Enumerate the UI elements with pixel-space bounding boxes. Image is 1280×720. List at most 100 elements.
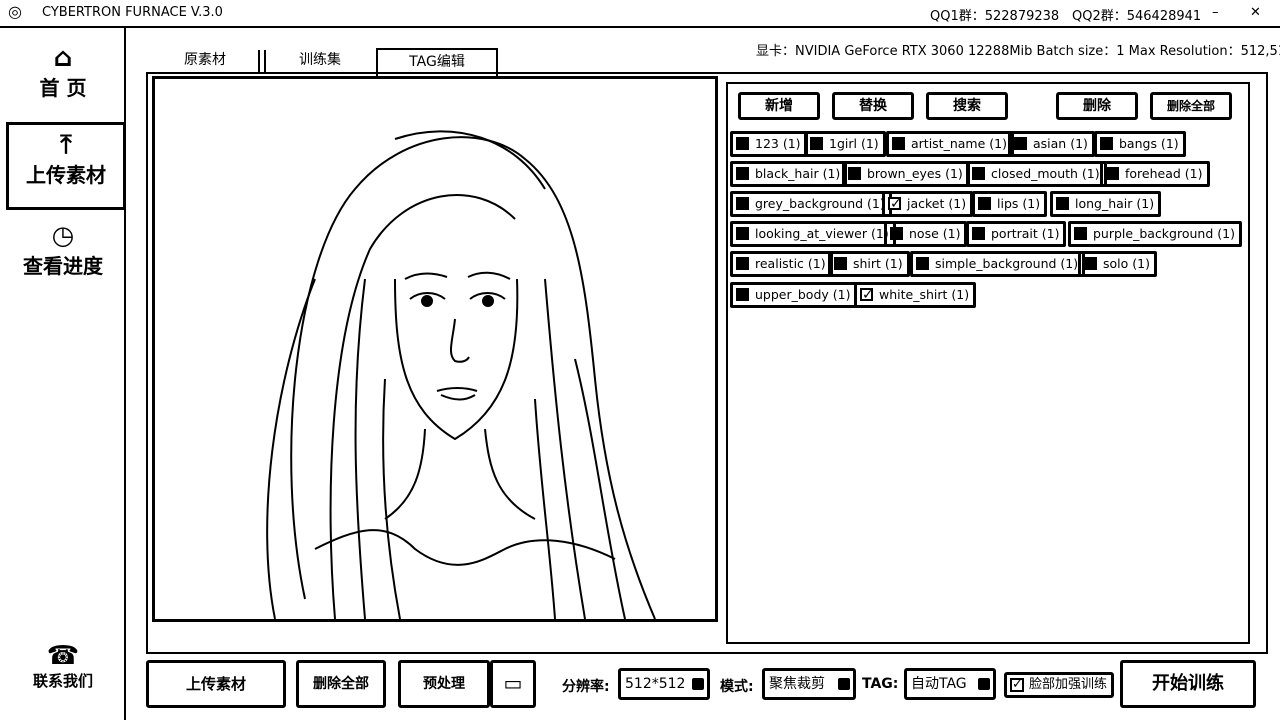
tag-label: closed_mouth (1): [991, 166, 1100, 181]
tag-checkbox[interactable]: [1100, 137, 1113, 150]
tag-chip[interactable]: closed_mouth (1): [966, 161, 1107, 187]
start-training-button[interactable]: 开始训练: [1120, 660, 1256, 708]
tag-mode-value: 自动TAG: [911, 676, 967, 692]
tag-label: purple_background (1): [1093, 226, 1235, 241]
tag-chip[interactable]: solo (1): [1078, 251, 1157, 277]
tag-label: artist_name (1): [911, 136, 1007, 151]
delete-all-button[interactable]: 删除全部: [296, 660, 386, 708]
tag-chip[interactable]: 123 (1): [730, 131, 808, 157]
tag-chip[interactable]: asian (1): [1008, 131, 1095, 157]
tag-label: long_hair (1): [1075, 196, 1155, 211]
tag-checkbox[interactable]: [916, 257, 929, 270]
tag-chip[interactable]: brown_eyes (1): [842, 161, 970, 187]
upload-material-button[interactable]: 上传素材: [146, 660, 286, 708]
tag-checkbox[interactable]: [892, 137, 905, 150]
sidebar-item-home[interactable]: ⌂ 首 页: [6, 44, 120, 104]
tab-raw-material[interactable]: 原素材: [166, 48, 244, 74]
tag-chip[interactable]: portrait (1): [966, 221, 1067, 247]
timer-icon: ◷: [51, 221, 75, 251]
tag-chip[interactable]: jacket (1): [882, 191, 974, 217]
tab-divider: [258, 50, 266, 74]
face-enhance-checkbox[interactable]: ✓: [1010, 678, 1024, 692]
tag-chip[interactable]: purple_background (1): [1068, 221, 1242, 247]
sidebar-item-progress[interactable]: ◷ 查看进度: [6, 222, 120, 282]
tag-checkbox[interactable]: [834, 257, 847, 270]
qq-group-2: QQ2群：546428941: [1072, 9, 1202, 24]
contact-us[interactable]: ☎ 联系我们: [6, 642, 120, 698]
tag-label: nose (1): [909, 226, 961, 241]
title-bar: ◎ CYBERTRON FURNACE V.3.0 QQ1群：522879238…: [0, 0, 1280, 28]
tag-chip[interactable]: shirt (1): [828, 251, 910, 277]
chevron-down-icon: [838, 678, 850, 690]
sidebar: ⌂ 首 页 ⤒ 上传素材 ◷ 查看进度 ☎ 联系我们: [0, 28, 126, 720]
tag-checkbox[interactable]: [736, 227, 749, 240]
tag-checkbox[interactable]: [848, 167, 861, 180]
tag-checkbox[interactable]: [1056, 197, 1069, 210]
mode-select[interactable]: 聚焦裁剪: [762, 668, 856, 700]
tag-label: jacket (1): [907, 196, 967, 211]
app-logo-icon: ◎: [8, 2, 22, 21]
tag-chip[interactable]: looking_at_viewer (1): [730, 221, 896, 247]
preview-image: [152, 76, 718, 622]
tag-chip[interactable]: white_shirt (1): [854, 282, 977, 308]
search-tag-button[interactable]: 搜索: [926, 92, 1008, 120]
tab-training-set[interactable]: 训练集: [278, 48, 362, 74]
tag-checkbox[interactable]: [972, 167, 985, 180]
tag-checkbox[interactable]: [890, 227, 903, 240]
tag-checkbox[interactable]: [978, 197, 991, 210]
face-enhance-label: 脸部加强训练: [1029, 677, 1108, 692]
tag-chip[interactable]: bangs (1): [1094, 131, 1186, 157]
tag-mode-label: TAG:: [862, 676, 899, 692]
sidebar-item-upload[interactable]: ⤒ 上传素材: [6, 122, 126, 210]
home-icon: ⌂: [53, 43, 73, 73]
sidebar-item-label: 首 页: [39, 76, 87, 100]
resolution-select[interactable]: 512*512: [618, 668, 710, 700]
preprocess-button[interactable]: 预处理: [398, 660, 490, 708]
tag-checkbox[interactable]: [736, 288, 749, 301]
tag-chip[interactable]: upper_body (1): [730, 282, 858, 308]
tag-label: simple_background (1): [935, 256, 1079, 271]
tag-chip[interactable]: nose (1): [884, 221, 968, 247]
replace-tag-button[interactable]: 替换: [832, 92, 914, 120]
tag-chip[interactable]: simple_background (1): [910, 251, 1086, 277]
tag-mode-select[interactable]: 自动TAG: [904, 668, 996, 700]
tag-chip[interactable]: realistic (1): [730, 251, 833, 277]
delete-tag-button[interactable]: 删除: [1056, 92, 1138, 120]
add-tag-button[interactable]: 新增: [738, 92, 820, 120]
tag-checkbox[interactable]: [736, 137, 749, 150]
tag-label: brown_eyes (1): [867, 166, 963, 181]
tag-chip[interactable]: artist_name (1): [886, 131, 1014, 157]
tag-checkbox[interactable]: [972, 227, 985, 240]
tag-checkbox[interactable]: [810, 137, 823, 150]
tag-label: asian (1): [1033, 136, 1088, 151]
delete-all-tags-button[interactable]: 删除全部: [1150, 92, 1232, 120]
tag-checkbox[interactable]: [860, 285, 874, 305]
tag-chip[interactable]: 1girl (1): [804, 131, 886, 157]
tag-label: forehead (1): [1125, 166, 1203, 181]
tag-chip[interactable]: lips (1): [972, 191, 1048, 217]
tag-checkbox[interactable]: [736, 197, 749, 210]
tag-checkbox[interactable]: [1014, 137, 1027, 150]
tag-checkbox[interactable]: [888, 194, 902, 214]
folder-button[interactable]: ▭: [490, 660, 536, 708]
face-enhance-toggle[interactable]: ✓ 脸部加强训练: [1004, 672, 1115, 698]
tag-checkbox[interactable]: [736, 257, 749, 270]
sidebar-item-label: 上传素材: [26, 163, 106, 187]
tag-checkbox[interactable]: [1074, 227, 1087, 240]
tag-checkbox[interactable]: [1084, 257, 1097, 270]
tag-label: portrait (1): [991, 226, 1060, 241]
tag-chip[interactable]: long_hair (1): [1050, 191, 1162, 217]
tag-label: solo (1): [1103, 256, 1150, 271]
contact-label: 联系我们: [32, 672, 93, 690]
tag-chip[interactable]: grey_background (1): [730, 191, 892, 217]
tag-label: 123 (1): [755, 136, 801, 151]
tag-checkbox[interactable]: [1106, 167, 1119, 180]
resolution-value: 512*512: [625, 676, 686, 692]
chevron-down-icon: [692, 678, 704, 690]
tag-chip[interactable]: black_hair (1): [730, 161, 848, 187]
upload-icon: ⤒: [60, 130, 72, 160]
minimize-icon[interactable]: –: [1212, 5, 1219, 20]
tag-checkbox[interactable]: [736, 167, 749, 180]
tag-chip[interactable]: forehead (1): [1100, 161, 1210, 187]
close-icon[interactable]: ✕: [1250, 5, 1261, 20]
